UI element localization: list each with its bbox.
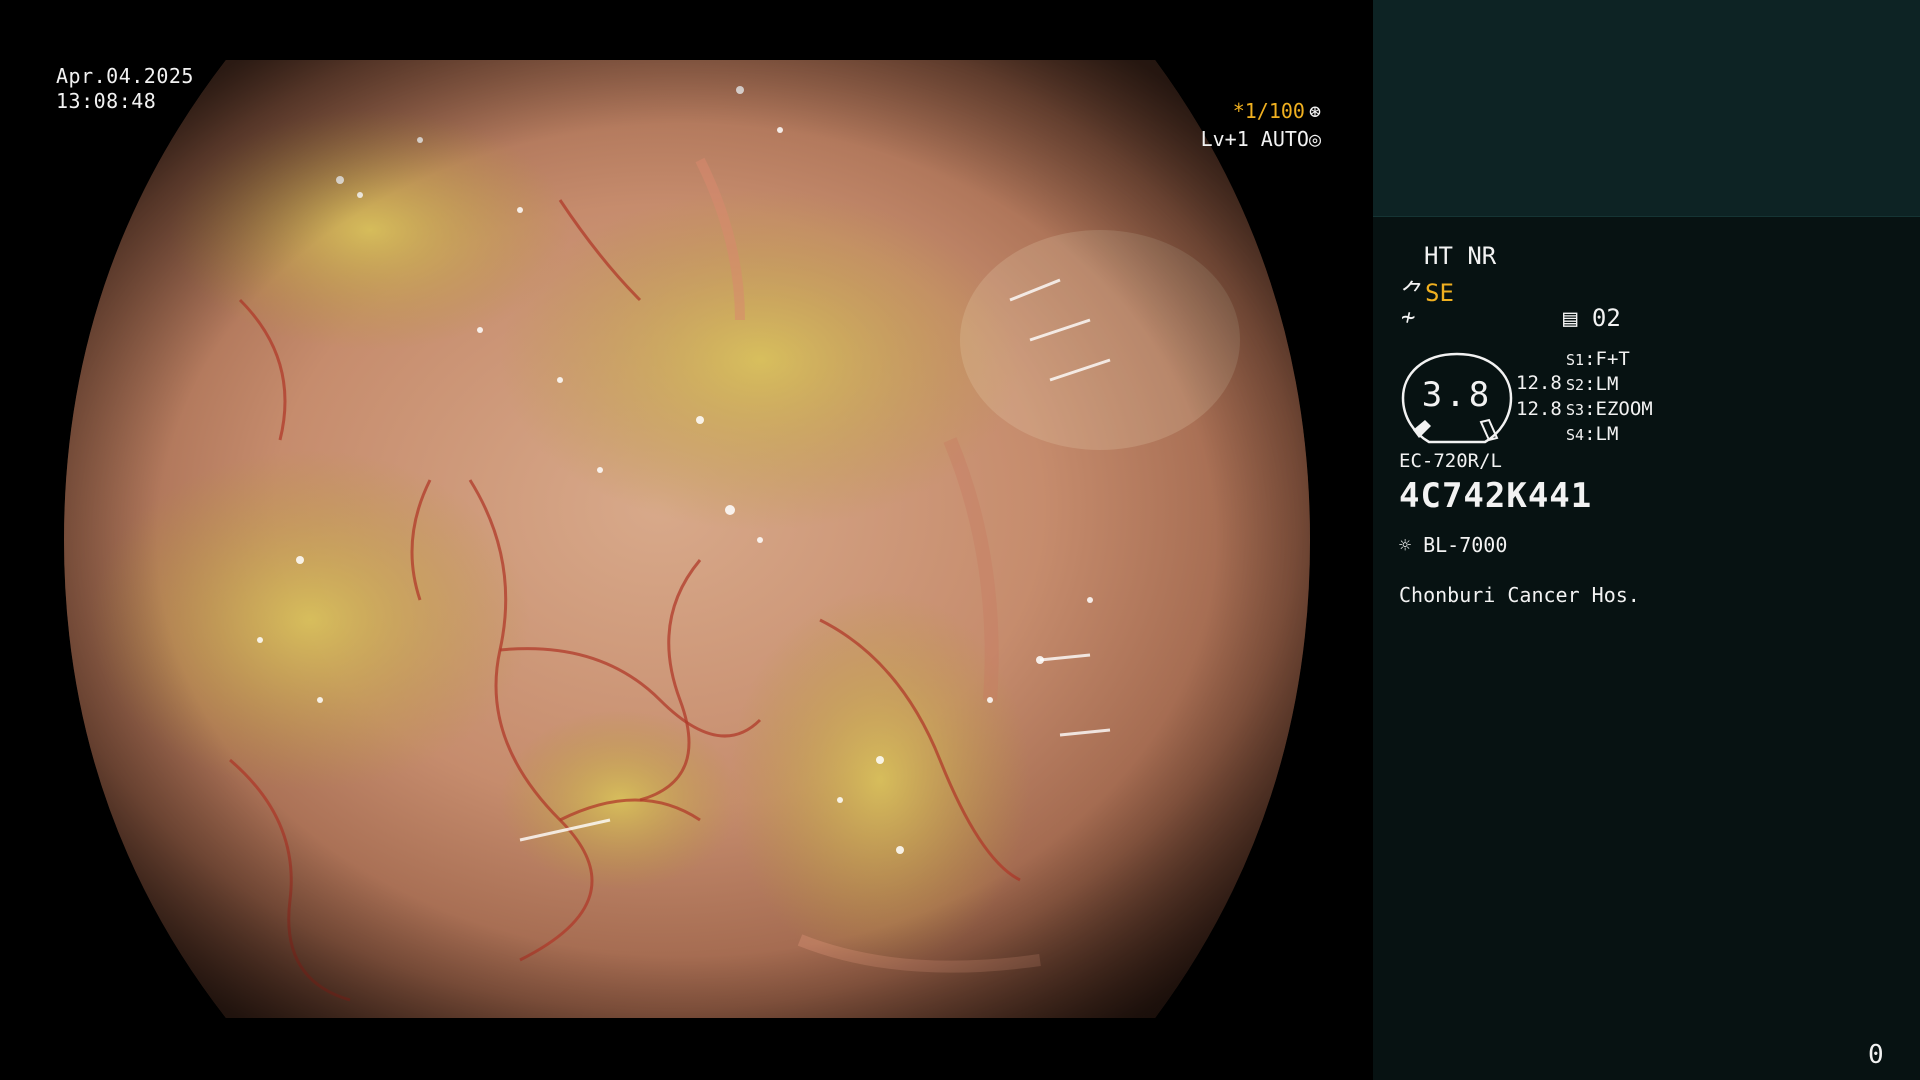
switch-s3: S3:EZOOM [1566,398,1653,420]
memory-indicator: ▤ 02 [1563,304,1621,332]
switch-value: EZOOM [1595,398,1653,420]
enhance-slash-icon: ≁ [1401,303,1416,331]
date-text: Apr.04.2025 [56,64,194,88]
gauge-side-value-1: 12.8 [1516,372,1562,394]
switch-key: S3 [1566,401,1585,419]
memory-value: 02 [1591,304,1621,332]
time-text: 13:08:48 [56,89,157,113]
memory-card-icon: ▤ [1563,304,1578,332]
switch-s4: S4:LM [1566,423,1619,445]
info-panel: HT NR ⺈SE ≁ ▤ 02 3.8 12.8 12.8 S1:F+T S2… [1373,0,1920,1080]
gauge-side-value-2: 12.8 [1516,398,1562,420]
light-source-label: BL-7000 [1423,533,1508,557]
switch-s2: S2:LM [1566,373,1619,395]
iris-icon: ◎ [1308,127,1321,151]
aperture-icon: ⊛ [1308,99,1321,123]
switch-value: F+T [1595,348,1630,370]
shutter-speed: *1/100 ⊛ [1233,99,1321,123]
shutter-value: *1/100 [1232,99,1305,123]
switch-value: LM [1595,373,1619,395]
level-value: Lv+1 AUTO [1200,127,1309,151]
endoscopy-monitor: Apr.04.2025 13:08:48 *1/100 ⊛ Lv+1 AUTO◎ … [0,0,1920,1080]
image-counter: 0 [1868,1040,1884,1070]
switch-key: S2 [1566,376,1585,394]
endoscope-view: Apr.04.2025 13:08:48 *1/100 ⊛ Lv+1 AUTO◎ [0,0,1373,1080]
scope-serial: 4C742K441 [1399,476,1593,516]
ht-nr-label: HT NR [1424,242,1497,270]
switch-key: S4 [1566,426,1585,444]
light-source: ☼ BL-7000 [1399,533,1507,557]
se-label: SE [1425,279,1454,307]
switch-key: S1 [1566,351,1585,369]
scope-model: EC-720R/L [1399,450,1502,472]
switch-s1: S1:F+T [1566,348,1630,370]
brightness-level: Lv+1 AUTO◎ [1201,127,1321,151]
light-source-icon: ☼ [1399,533,1412,557]
hospital-name: Chonburi Cancer Hos. [1399,583,1640,607]
gauge-value: 3.8 [1421,375,1493,415]
switch-value: LM [1595,423,1619,445]
timestamp: Apr.04.2025 13:08:48 [56,64,194,114]
panel-header-area [1373,0,1920,217]
endoscopic-image [64,60,1310,1018]
